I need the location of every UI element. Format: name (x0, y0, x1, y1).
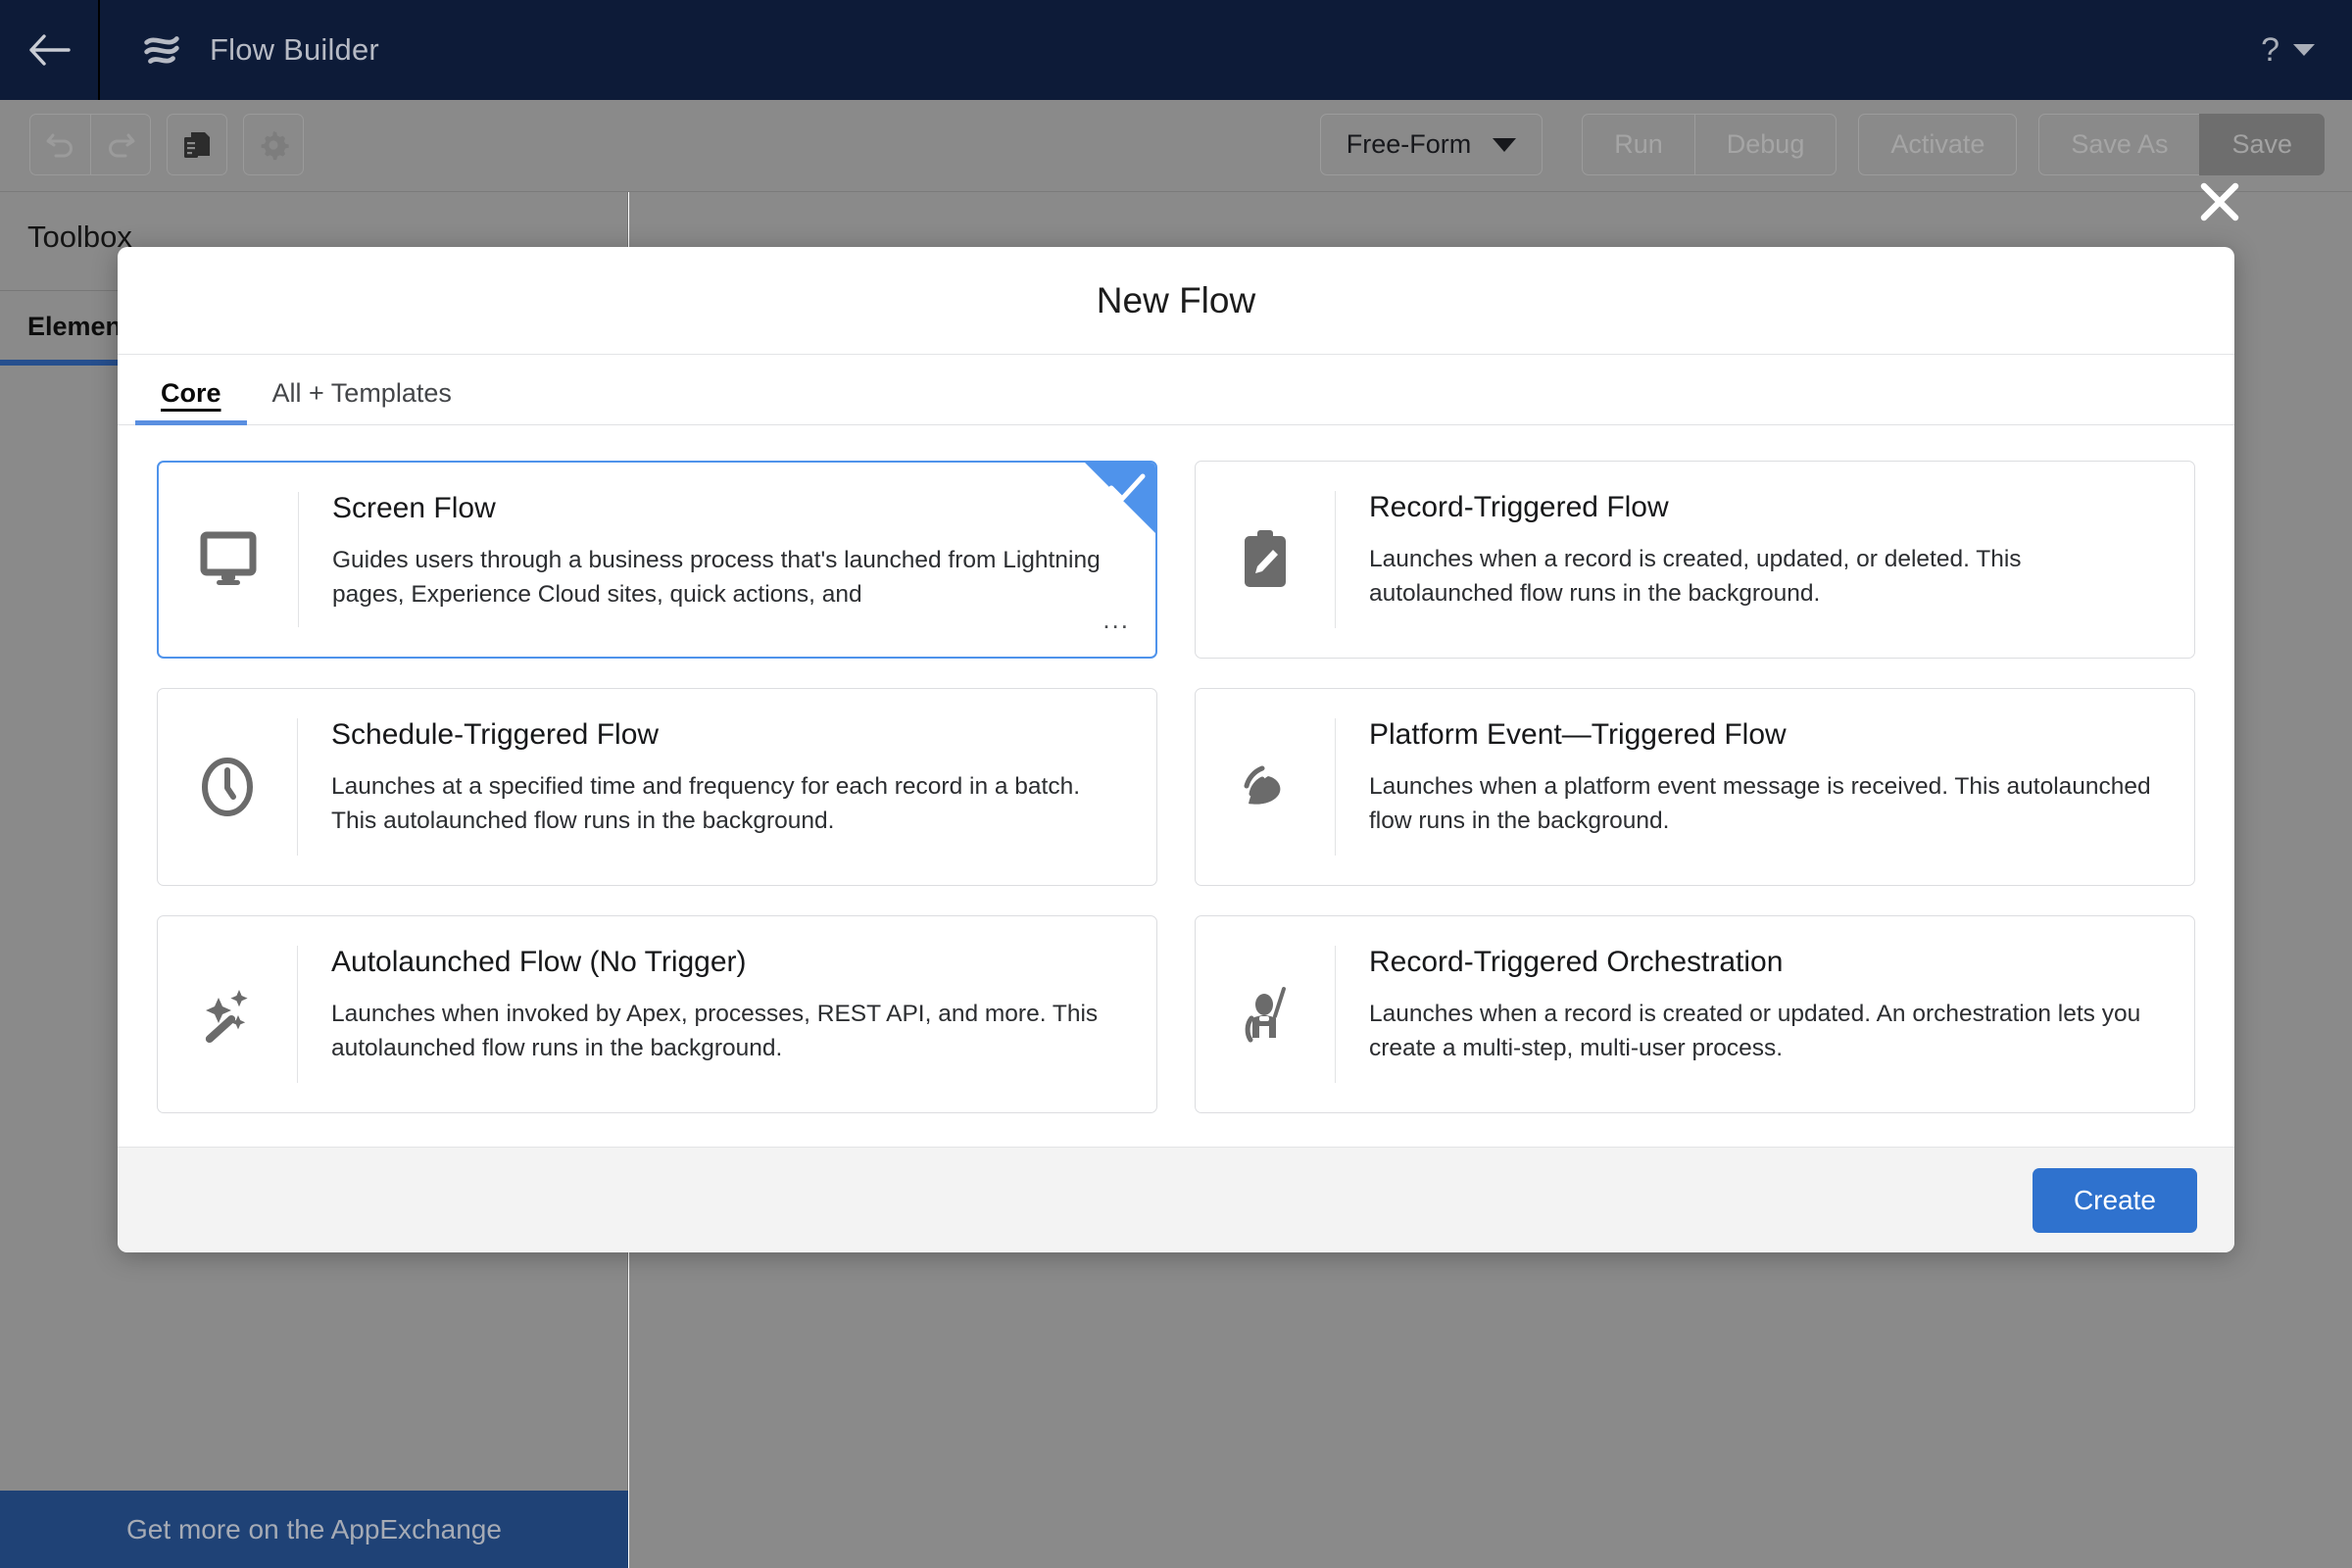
modal-footer: Create (118, 1147, 2234, 1252)
flow-card-record-triggered-orchestration[interactable]: Record-Triggered Orchestration Launches … (1195, 915, 2195, 1113)
card-description: Launches when a record is created, updat… (1369, 545, 2022, 608)
modal-title: New Flow (1096, 279, 1256, 320)
card-icon-wrap (1196, 462, 1335, 658)
toolbar-left-group (29, 114, 304, 175)
close-icon (2200, 182, 2239, 221)
new-flow-modal: New Flow Core All + Templates Screen Flo… (118, 247, 2234, 1252)
card-icon-wrap (158, 689, 297, 885)
card-title: Record-Triggered Flow (1369, 491, 1669, 523)
card-truncation-ellipsis: ... (1102, 605, 1130, 634)
flow-builder-app: Flow Builder ? Free-Form Run Debug Activ… (0, 0, 2352, 1568)
card-description: Launches when invoked by Apex, processes… (331, 1000, 1099, 1062)
gear-icon (261, 130, 289, 160)
flow-card-platform-event-triggered-flow[interactable]: Platform Event—Triggered Flow Launches w… (1195, 688, 2195, 886)
card-description: Launches at a specified time and frequen… (331, 772, 1081, 835)
flow-card-screen-flow[interactable]: Screen Flow Guides users through a busin… (157, 461, 1157, 659)
card-title: Record-Triggered Orchestration (1369, 946, 1784, 978)
flow-card-autolaunched-flow[interactable]: Autolaunched Flow (No Trigger) Launches … (157, 915, 1157, 1113)
checkmark-icon (1108, 473, 1146, 502)
card-text-wrap: Record-Triggered Orchestration Launches … (1336, 916, 2194, 1112)
modal-tabs: Core All + Templates (118, 355, 2234, 425)
card-icon-wrap (1196, 916, 1335, 1112)
save-as-button[interactable]: Save As (2038, 114, 2200, 175)
card-text-wrap: Schedule-Triggered Flow Launches at a sp… (298, 689, 1156, 885)
card-description: Launches when a platform event message i… (1369, 772, 2151, 835)
appexchange-label: Get more on the AppExchange (126, 1513, 502, 1544)
card-icon-wrap (158, 916, 297, 1112)
card-title: Schedule-Triggered Flow (331, 718, 660, 751)
create-button[interactable]: Create (2032, 1167, 2197, 1233)
card-text-wrap: Record-Triggered Flow Launches when a re… (1336, 462, 2194, 658)
tab-core[interactable]: Core (135, 378, 247, 425)
modal-close-button[interactable] (2192, 174, 2247, 229)
undo-icon (46, 133, 73, 157)
question-mark-icon[interactable]: ? (2261, 33, 2279, 67)
monitor-icon (200, 531, 257, 585)
clock-icon (202, 758, 253, 816)
card-title: Screen Flow (332, 492, 496, 524)
layout-select[interactable]: Free-Form (1319, 114, 1544, 175)
run-debug-group: Run Debug (1582, 114, 1838, 175)
back-button[interactable] (0, 0, 100, 100)
card-text-wrap: Platform Event—Triggered Flow Launches w… (1336, 689, 2194, 885)
activate-button[interactable]: Activate (1858, 114, 2018, 175)
chevron-down-icon (1493, 137, 1517, 152)
builder-toolbar: Free-Form Run Debug Activate Save As Sav… (0, 100, 2352, 192)
run-button[interactable]: Run (1582, 114, 1694, 175)
card-title: Platform Event—Triggered Flow (1369, 718, 1787, 751)
chevron-down-icon[interactable] (2293, 44, 2315, 56)
undo-redo-group (29, 114, 151, 175)
broadcast-icon (1244, 765, 1281, 805)
app-title: Flow Builder (210, 32, 379, 67)
debug-button[interactable]: Debug (1693, 114, 1838, 175)
card-description: Guides users through a business process … (332, 546, 1101, 609)
toolbox-title: Toolbox (27, 220, 132, 254)
flow-card-record-triggered-flow[interactable]: Record-Triggered Flow Launches when a re… (1195, 461, 2195, 659)
header-actions: ? (2261, 33, 2352, 67)
save-button[interactable]: Save (2199, 114, 2325, 175)
flow-type-grid: Screen Flow Guides users through a busin… (157, 461, 2195, 1113)
flow-logo-icon (144, 36, 179, 64)
copy-icon (184, 131, 210, 158)
card-icon-wrap (1196, 689, 1335, 885)
tab-all-templates[interactable]: All + Templates (247, 378, 477, 424)
card-title: Autolaunched Flow (No Trigger) (331, 946, 747, 978)
save-group: Save As Save (2038, 114, 2325, 175)
redo-icon (109, 133, 135, 157)
app-brand: Flow Builder (100, 27, 379, 73)
layout-select-value: Free-Form (1346, 129, 1472, 159)
appexchange-link[interactable]: Get more on the AppExchange (0, 1491, 628, 1568)
orchestration-icon (1245, 987, 1286, 1043)
toolbar-right-group: Free-Form Run Debug Activate Save As Sav… (1319, 114, 2325, 175)
global-header: Flow Builder ? (0, 0, 2352, 100)
back-arrow-icon (29, 34, 71, 66)
copy-button[interactable] (167, 114, 227, 175)
clipboard-pencil-icon (1245, 530, 1286, 587)
redo-button[interactable] (90, 114, 151, 175)
modal-body: Screen Flow Guides users through a busin… (118, 425, 2234, 1147)
flow-card-schedule-triggered-flow[interactable]: Schedule-Triggered Flow Launches at a sp… (157, 688, 1157, 886)
modal-header: New Flow (118, 247, 2234, 355)
card-text-wrap: Autolaunched Flow (No Trigger) Launches … (298, 916, 1156, 1112)
magic-wand-icon (205, 990, 248, 1044)
settings-button[interactable] (243, 114, 304, 175)
card-description: Launches when a record is created or upd… (1369, 1000, 2141, 1062)
card-icon-wrap (159, 463, 298, 657)
card-text-wrap: Screen Flow Guides users through a busin… (299, 463, 1155, 657)
undo-button[interactable] (29, 114, 90, 175)
